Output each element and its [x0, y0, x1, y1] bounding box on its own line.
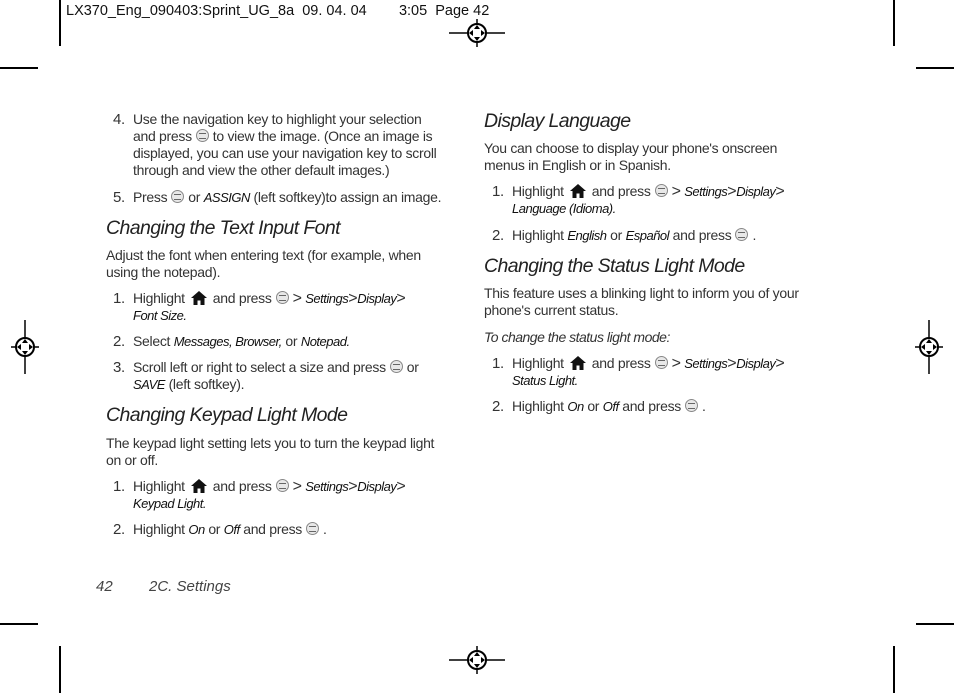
step-2: 2. Highlight On or Off and press. — [113, 521, 327, 538]
crop-mark-bottom-left-vertical — [59, 646, 61, 693]
step-2: 2. Select Messages, Browser, or Notepad. — [113, 333, 350, 350]
step-number: 2. — [492, 227, 504, 244]
registration-mark-icon — [449, 646, 505, 674]
section-paragraph: You can choose to display your phone's o… — [484, 140, 778, 173]
section-paragraph: The keypad light setting lets you to tur… — [106, 435, 435, 468]
home-icon — [569, 356, 586, 370]
page-number: 42 — [96, 578, 113, 595]
step-1: 1. Highlight and press > Settings>Display>… — [113, 478, 406, 511]
registration-mark-icon — [11, 320, 39, 374]
step-2: 2. Highlight English or Español and pres… — [492, 227, 757, 244]
section-paragraph: Adjust the font when entering text (for … — [106, 247, 421, 280]
menu-ok-key-icon — [389, 360, 403, 373]
home-icon — [569, 184, 586, 198]
step-2: 2. Highlight On or Off and press. — [492, 398, 706, 415]
step-4: 4. Use the navigation key to highlight y… — [113, 111, 473, 179]
procedure-subheading: To change the status light mode: — [484, 329, 670, 345]
crop-mark-bottom-right-vertical — [893, 646, 895, 693]
menu-ok-key-icon — [654, 184, 668, 197]
step-text: Use the navigation key to highlight your… — [133, 111, 422, 127]
step-number: 2. — [113, 333, 125, 350]
menu-ok-key-icon — [275, 479, 289, 492]
step-text: through and view the other default image… — [133, 162, 390, 178]
section-name: 2C. Settings — [149, 578, 231, 595]
menu-ok-key-icon — [275, 291, 289, 304]
menu-ok-key-icon — [685, 399, 698, 412]
print-slug: LX370_Eng_090403:Sprint_UG_8a 09. 04. 04… — [66, 3, 489, 19]
step-number: 4. — [113, 111, 125, 128]
home-icon — [190, 291, 207, 305]
crop-mark-bottom-left-horizontal — [0, 623, 38, 625]
step-1: 1. Highlight and press > Settings>Display>… — [113, 290, 406, 323]
step-number: 1. — [113, 290, 125, 307]
section-paragraph: This feature uses a blinking light to in… — [484, 285, 799, 318]
step-text: and press to view the image. (Once an ima… — [133, 128, 433, 144]
section-heading: Changing Keypad Light Mode — [106, 404, 348, 426]
menu-ok-key-icon — [306, 522, 319, 535]
crop-mark-top-right-vertical — [893, 0, 895, 46]
menu-ok-key-icon — [735, 228, 749, 241]
menu-ok-key-icon — [654, 356, 668, 369]
registration-mark-icon — [915, 320, 943, 374]
step-number: 1. — [492, 355, 504, 372]
home-icon — [190, 479, 207, 493]
step-5: 5. Press or ASSIGN (left softkey)to assig… — [113, 189, 442, 206]
step-number: 2. — [113, 521, 125, 538]
step-number: 2. — [492, 398, 504, 415]
slug-date: 09. 04. 04 — [302, 3, 367, 19]
step-1: 1. Highlight and press > Settings>Display>… — [492, 355, 785, 388]
crop-mark-bottom-right-horizontal — [916, 623, 954, 625]
step-1: 1. Highlight and press > Settings>Display>… — [492, 183, 785, 216]
step-number: 1. — [113, 478, 125, 495]
step-number: 3. — [113, 359, 125, 376]
step-3: 3. Scroll left or right to select a size… — [113, 359, 419, 392]
registration-mark-icon — [449, 19, 505, 47]
slug-file: LX370_Eng_090403:Sprint_UG_8a — [66, 3, 295, 19]
slug-time-page: 3:05 Page 42 — [398, 3, 490, 19]
menu-ok-key-icon — [171, 190, 185, 203]
step-number: 5. — [113, 189, 125, 206]
step-text: displayed, you can use your navigation k… — [133, 145, 437, 161]
crop-mark-top-right-horizontal — [916, 67, 954, 69]
menu-ok-key-icon — [195, 129, 209, 142]
section-heading: Changing the Status Light Mode — [484, 255, 745, 277]
crop-mark-top-left-vertical — [59, 0, 61, 46]
step-number: 1. — [492, 183, 504, 200]
section-heading: Changing the Text Input Font — [106, 217, 341, 239]
crop-mark-top-left-horizontal — [0, 67, 38, 69]
section-heading: Display Language — [484, 110, 631, 132]
